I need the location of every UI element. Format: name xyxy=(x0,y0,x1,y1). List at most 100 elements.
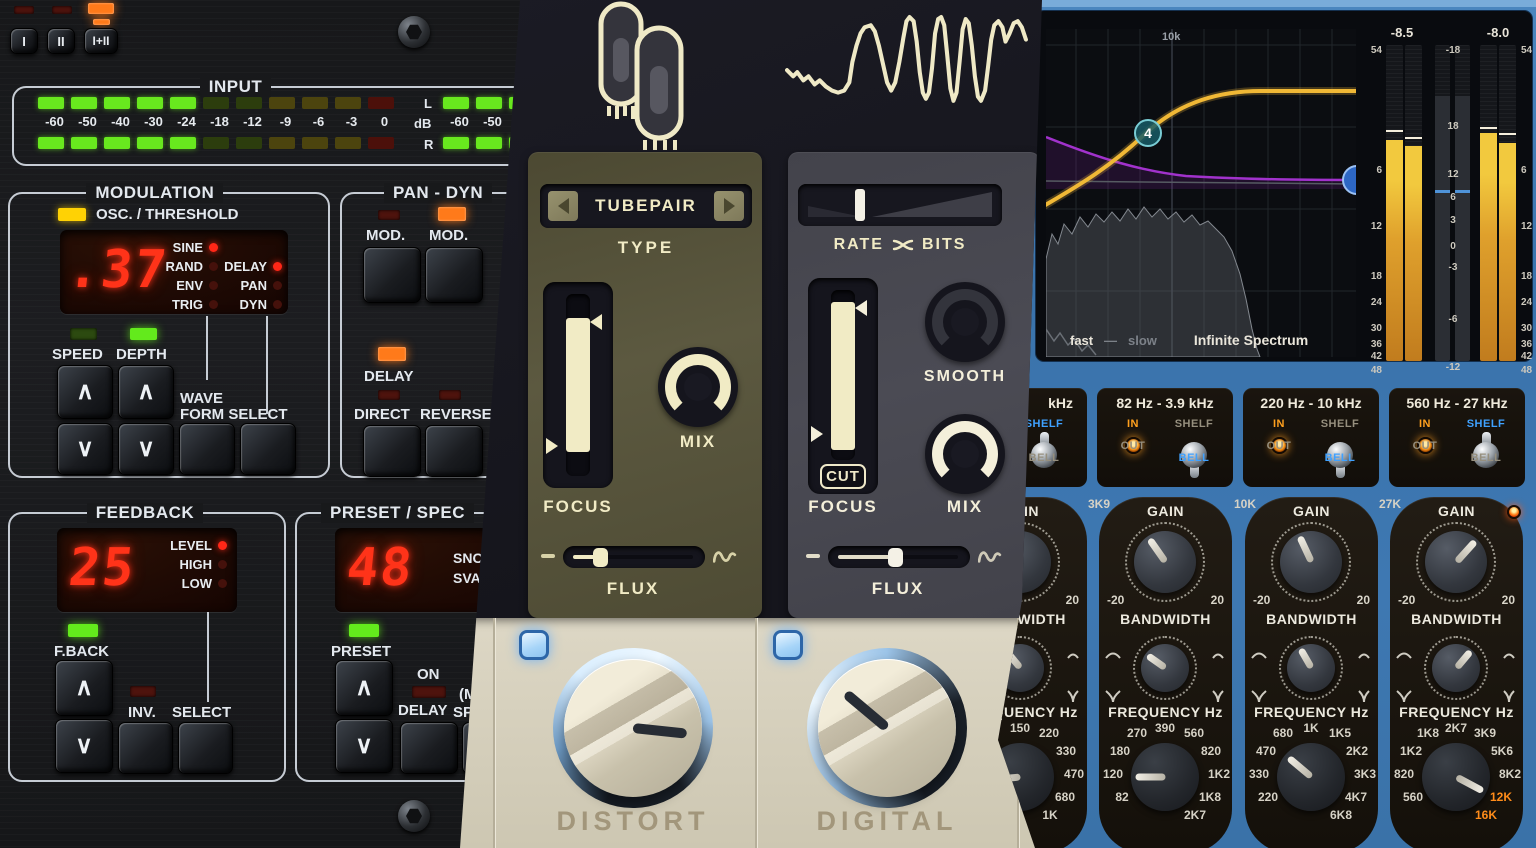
frequency-label: FREQUENCY Hz xyxy=(1390,704,1523,720)
modulation-display: .37 SINERANDENVTRIG DELAYPANDYN xyxy=(60,230,288,314)
meter-scale-num: 12 xyxy=(1521,221,1536,232)
meter-scale-num: 36 xyxy=(1362,339,1382,350)
mod-led-col1: SINERANDENVTRIG xyxy=(140,238,218,314)
band4-bandwidth-knob[interactable] xyxy=(1424,636,1488,700)
flux-wave-icon xyxy=(978,548,1002,566)
freq-value: 330 xyxy=(1249,767,1269,781)
gr-meter-scale: 1812630-3-6-12-18 xyxy=(1435,45,1471,361)
gain-max: 20 xyxy=(1066,593,1079,607)
mod-led-col2: DELAYPANDYN xyxy=(208,257,282,314)
meter-scale-num: 48 xyxy=(1362,365,1382,376)
scale-label: -60 xyxy=(443,114,476,129)
band3-bandwidth-knob[interactable] xyxy=(1279,636,1343,700)
meter-bar xyxy=(1499,45,1516,361)
freq-value: 680 xyxy=(1055,790,1075,804)
scale-label: -18 xyxy=(203,114,236,129)
freq-value: 4K7 xyxy=(1345,790,1367,804)
rate-bits-slider[interactable] xyxy=(798,184,1002,226)
drive-panel: DISTORT DIGITAL xyxy=(455,618,1045,848)
freq-value: 12K xyxy=(1490,790,1512,804)
inv-button[interactable] xyxy=(118,722,173,774)
speed-down-button[interactable]: ∨ xyxy=(57,423,113,475)
select-button[interactable] xyxy=(240,423,296,475)
freq-value: 2K2 xyxy=(1346,744,1368,758)
digital-knob[interactable] xyxy=(818,659,956,797)
bitcrushed-wave-icon xyxy=(785,8,1030,116)
pan-mod-button[interactable] xyxy=(363,247,421,303)
type-selector: TUBEPAIR xyxy=(540,184,752,228)
feedback-up-button[interactable]: ∧ xyxy=(55,660,113,716)
fback-label: F.BACK xyxy=(54,643,109,660)
eq-frame-top xyxy=(985,0,1536,7)
feedback-down-button[interactable]: ∨ xyxy=(55,719,113,773)
input-meter-left-r xyxy=(38,137,394,149)
scale-label: -3 xyxy=(335,114,368,129)
meter-scale-num: 12 xyxy=(1435,169,1471,180)
depth-up-button[interactable]: ∧ xyxy=(118,365,174,419)
digital-enable-button[interactable] xyxy=(773,630,803,660)
focus-bottom-marker xyxy=(546,438,558,454)
meter-segment xyxy=(368,97,394,109)
cut-button[interactable]: CUT xyxy=(820,464,866,489)
distort-flux-slider[interactable] xyxy=(563,546,705,568)
band3-controls: GAIN -20 20 BANDWIDTH FREQUENCY Hz 22033… xyxy=(1245,497,1378,848)
smooth-knob[interactable] xyxy=(925,282,1005,362)
freq-value: 3K3 xyxy=(1354,767,1376,781)
band4-gain-knob[interactable] xyxy=(1416,522,1496,602)
distort-focus-slider[interactable] xyxy=(543,282,613,488)
scale-label: -6 xyxy=(302,114,335,129)
band2-gain-knob[interactable] xyxy=(1125,522,1205,602)
channel-ii-led xyxy=(52,6,72,14)
feedback-title: FEEDBACK xyxy=(87,503,203,523)
band2-in-label: IN xyxy=(1111,418,1155,430)
fast-label[interactable]: fast xyxy=(1070,333,1093,348)
freq-value: 6K8 xyxy=(1330,808,1352,822)
dyn-mod-button[interactable] xyxy=(425,247,483,303)
digital-mix-knob[interactable] xyxy=(925,414,1005,494)
preset-down-button[interactable]: ∨ xyxy=(335,719,393,773)
rate-bits-handle[interactable] xyxy=(855,189,865,221)
distort-mix-knob[interactable] xyxy=(658,347,738,427)
channel-i-button[interactable]: I xyxy=(10,28,38,54)
scale-label: -60 xyxy=(38,114,71,129)
distort-enable-button[interactable] xyxy=(519,630,549,660)
meter-scale-num: -12 xyxy=(1435,362,1471,373)
meter-scale-num: 6 xyxy=(1435,192,1471,203)
digital-focus-slider[interactable]: CUT xyxy=(808,278,878,494)
reverse-label: REVERSE xyxy=(420,406,492,423)
slow-label[interactable]: slow xyxy=(1128,333,1157,348)
plugin-collage: I II I+II INPUT -60-50-40-30-24-18-12-9-… xyxy=(0,0,1536,848)
preset-delay-button[interactable] xyxy=(400,722,458,774)
channel-ii-button[interactable]: II xyxy=(47,28,75,54)
channel-i-ii-button[interactable]: I+II xyxy=(84,28,118,54)
digital-label: DIGITAL xyxy=(767,806,1007,837)
distort-focus-label: FOCUS xyxy=(518,497,638,517)
mod-led xyxy=(209,243,218,252)
band2-bandwidth-knob[interactable] xyxy=(1133,636,1197,700)
band3-frequency-knob[interactable] xyxy=(1275,741,1347,813)
band2-range: 82 Hz - 3.9 kHz xyxy=(1097,395,1233,411)
fb-select-button[interactable] xyxy=(178,722,233,774)
flux-min-icon xyxy=(806,554,820,558)
direct-button[interactable] xyxy=(363,425,421,477)
freq-value: 1K8 xyxy=(1417,726,1439,740)
eq-graph-display[interactable]: 10k 4 fast — slow Infinite Spectrum xyxy=(1046,29,1356,357)
preset-frag1: SNC xyxy=(453,550,483,566)
band-4-handle[interactable]: 4 xyxy=(1134,119,1162,147)
speed-up-button[interactable]: ∧ xyxy=(57,365,113,419)
digital-flux-slider[interactable] xyxy=(828,546,970,568)
band3-gain-knob[interactable] xyxy=(1271,522,1351,602)
band2-header: 82 Hz - 3.9 kHz IN OUT SHELF BELL xyxy=(1097,388,1233,487)
band4-frequency-knob[interactable] xyxy=(1420,741,1492,813)
reverse-button[interactable] xyxy=(425,425,483,477)
fb-led-label: LOW xyxy=(182,576,212,591)
rate-label: RATE xyxy=(834,236,884,254)
band2-frequency-knob[interactable] xyxy=(1129,741,1201,813)
depth-down-button[interactable]: ∨ xyxy=(118,423,174,475)
focus-bottom-marker xyxy=(811,426,823,442)
bandwidth-q-icon xyxy=(1065,689,1081,703)
waveform-button[interactable] xyxy=(179,423,235,475)
scale-label: 0 xyxy=(368,114,401,129)
freq-value: 27K xyxy=(1379,497,1401,511)
preset-up-button[interactable]: ∧ xyxy=(335,660,393,716)
